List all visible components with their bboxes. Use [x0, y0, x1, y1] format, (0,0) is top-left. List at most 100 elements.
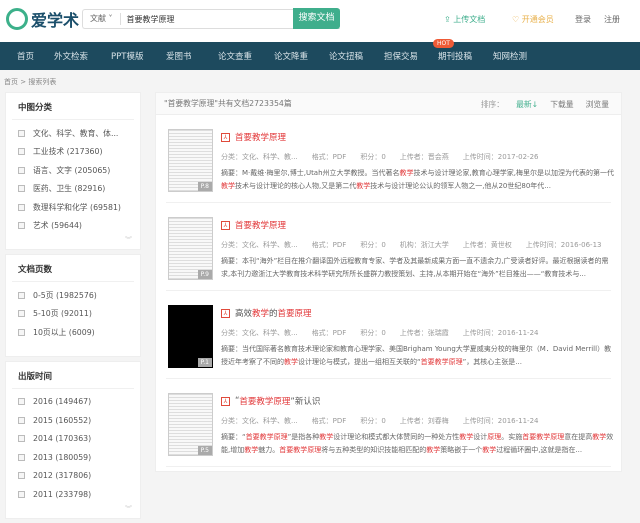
nav-item[interactable]: 期刊投稿 — [438, 50, 493, 62]
document-thumbnail[interactable]: P.1 — [168, 305, 213, 368]
meta-field: 分类：文化、科学、教... — [221, 417, 298, 425]
checkbox[interactable] — [18, 398, 25, 406]
nav-item[interactable]: 论文扭稿 — [329, 50, 384, 62]
filter-option[interactable]: 数理科学和化学 (69581) — [6, 198, 140, 217]
filter-option[interactable]: 文化、科学、教育、体... — [6, 124, 140, 143]
checkbox[interactable] — [18, 129, 25, 137]
text-segment: 。实施 — [501, 433, 523, 441]
filter-option[interactable]: 工业技术 (217360) — [6, 143, 140, 162]
checkbox[interactable] — [18, 416, 25, 424]
register-link[interactable]: 注册 — [604, 14, 620, 25]
highlight-text: 首要教学原理 — [235, 133, 287, 143]
sort-downloads[interactable]: 下载量 — [550, 99, 573, 110]
meta-field: 积分：0 — [360, 153, 386, 161]
breadcrumb: 首页 > 搜索列表 — [4, 78, 57, 86]
checkbox[interactable] — [18, 435, 25, 443]
pdf-icon: ⅄ — [221, 220, 230, 230]
text-segment: 的 — [269, 309, 278, 319]
vip-link[interactable]: ♡ 开通会员 — [512, 14, 554, 25]
filter-option[interactable]: 2014 (170363) — [6, 430, 140, 449]
search-input[interactable]: 首要教学原理 — [121, 14, 175, 25]
filter-group: 文档页数 0-5页 (1982576) 5-10页 (92011) 10页以上 (60… — [5, 254, 141, 357]
highlight-text: 教学 — [356, 182, 371, 190]
result-abstract: 摘要：“首要教学原理”是指各种教学设计理论和模式都大体赞同的一种处方性教学设计原… — [221, 431, 616, 457]
filter-option[interactable]: 2012 (317806) — [6, 467, 140, 486]
filter-option[interactable]: 2015 (160552) — [6, 411, 140, 430]
result-item: P.8 ⅄ 首要教学原理 分类：文化、科学、教... 格式：PDF 积分：0 上传者：晋会燕… — [166, 115, 614, 203]
checkbox[interactable] — [18, 222, 25, 230]
filter-option[interactable]: 2016 (149467) — [6, 393, 140, 412]
sort-latest[interactable]: 最新↓ — [516, 99, 538, 110]
filter-option[interactable]: 语言、文字 (205065) — [6, 161, 140, 180]
meta-field: 机构：浙江大学 — [399, 241, 449, 249]
result-meta: 分类：文化、科学、教... 格式：PDF 积分：0 上传者：刘春梅 上传时间：2016-… — [221, 416, 552, 426]
checkbox[interactable] — [18, 291, 25, 299]
checkbox[interactable] — [18, 166, 25, 174]
document-thumbnail[interactable]: P.5 — [168, 393, 213, 456]
hot-badge: HOT — [433, 39, 454, 48]
checkbox[interactable] — [18, 490, 25, 498]
meta-field: 上传者：刘春梅 — [399, 417, 449, 425]
results-panel: "首要教学原理"共有文档2723354篇 排序： 最新↓ 下载量 浏览量 P.8… — [155, 92, 622, 472]
filter-option[interactable]: 2011 (233798) — [6, 485, 140, 504]
nav-item[interactable]: PPT模版 — [111, 50, 166, 62]
text-segment: 策略嵌于一个 — [440, 446, 483, 454]
page-count-badge: P.1 — [197, 358, 212, 367]
nav-item[interactable]: 论文降重 — [274, 50, 329, 62]
nav-item[interactable]: 担保交易 — [384, 50, 438, 62]
nav-item[interactable]: 知网检测 — [493, 50, 543, 62]
nav-item[interactable]: 爱图书 — [166, 50, 218, 62]
meta-field: 积分：0 — [360, 241, 386, 249]
logo[interactable]: 爱学术 — [6, 7, 79, 31]
result-item: P.1 ⅄ 高效 教学的首要原理 分类：文化、科学、教... 格式：PDF 积分：0 上传者：… — [166, 291, 611, 379]
sort-views[interactable]: 浏览量 — [586, 99, 609, 110]
filter-option[interactable]: 艺术 (59644) — [6, 217, 140, 236]
checkbox[interactable] — [18, 453, 25, 461]
filter-option[interactable]: 医药、卫生 (82916) — [6, 180, 140, 199]
filter-option[interactable]: 10页以上 (6009) — [6, 323, 140, 342]
filter-option[interactable]: 2013 (180059) — [6, 448, 140, 467]
checkbox[interactable] — [18, 310, 25, 318]
checkbox[interactable] — [18, 185, 25, 193]
result-item: P.9 ⅄ 首要教学原理 分类：文化、科学、教... 格式：PDF 积分：0 机构：浙江大学… — [166, 203, 611, 291]
text-segment: 意在提高 — [564, 433, 593, 441]
upload-link[interactable]: ⇪ 上传文档 — [444, 14, 485, 25]
highlight-text: 教学 — [252, 309, 270, 319]
highlight-text: 首要教学原理 — [279, 446, 322, 454]
result-title[interactable]: ⅄ 高效 教学的首要原理 — [221, 307, 312, 319]
upload-icon: ⇪ — [444, 15, 451, 24]
result-title[interactable]: ⅄ 首要教学原理 — [221, 219, 286, 231]
nav-item[interactable]: 首页 — [17, 50, 54, 62]
result-title[interactable]: ⅄ “首要教学原理 ”新认识 — [221, 395, 320, 407]
meta-field: 分类：文化、科学、教... — [221, 329, 298, 337]
logo-text: 爱学术 — [31, 11, 80, 30]
filter-option-label: 2016 (149467) — [33, 397, 92, 407]
pdf-icon: ⅄ — [221, 308, 230, 318]
nav-item[interactable]: 外文检索 — [54, 50, 111, 62]
filter-group-title: 出版时间 — [12, 366, 134, 389]
login-link[interactable]: 登录 — [575, 14, 591, 25]
sort-options: 排序： 最新↓ 下载量 浏览量 — [481, 99, 609, 110]
expand-chevron-icon[interactable]: ︾ — [6, 235, 140, 244]
search-button[interactable]: 搜索文档 — [293, 8, 340, 29]
meta-field: 分类：文化、科学、教... — [221, 241, 298, 249]
result-abstract: 摘要：当代国际著名教育技术理论家和教育心理学家、美国Brigham Young大… — [221, 343, 616, 369]
meta-field: 上传时间：2016-11-24 — [462, 329, 539, 337]
checkbox[interactable] — [18, 148, 25, 156]
document-thumbnail[interactable]: P.9 — [168, 217, 213, 280]
checkbox[interactable] — [18, 203, 25, 211]
text-segment: 高效 — [235, 309, 253, 319]
filter-group-title: 中图分类 — [12, 97, 134, 120]
filter-option[interactable]: 0-5页 (1982576) — [6, 286, 140, 305]
text-segment: 过程循环圈中,这就是指在... — [496, 446, 583, 454]
checkbox[interactable] — [18, 328, 25, 336]
filter-option[interactable]: 5-10页 (92011) — [6, 305, 140, 324]
expand-chevron-icon[interactable]: ︾ — [6, 504, 140, 513]
document-thumbnail[interactable]: P.8 — [168, 129, 213, 192]
nav-item[interactable]: 论文查重 — [218, 50, 274, 62]
text-segment: 设计 — [473, 433, 488, 441]
checkbox[interactable] — [18, 472, 25, 480]
meta-field: 积分：0 — [360, 329, 386, 337]
search-type-select[interactable]: 文献 ˅ — [83, 13, 121, 25]
result-title[interactable]: ⅄ 首要教学原理 — [221, 131, 286, 143]
